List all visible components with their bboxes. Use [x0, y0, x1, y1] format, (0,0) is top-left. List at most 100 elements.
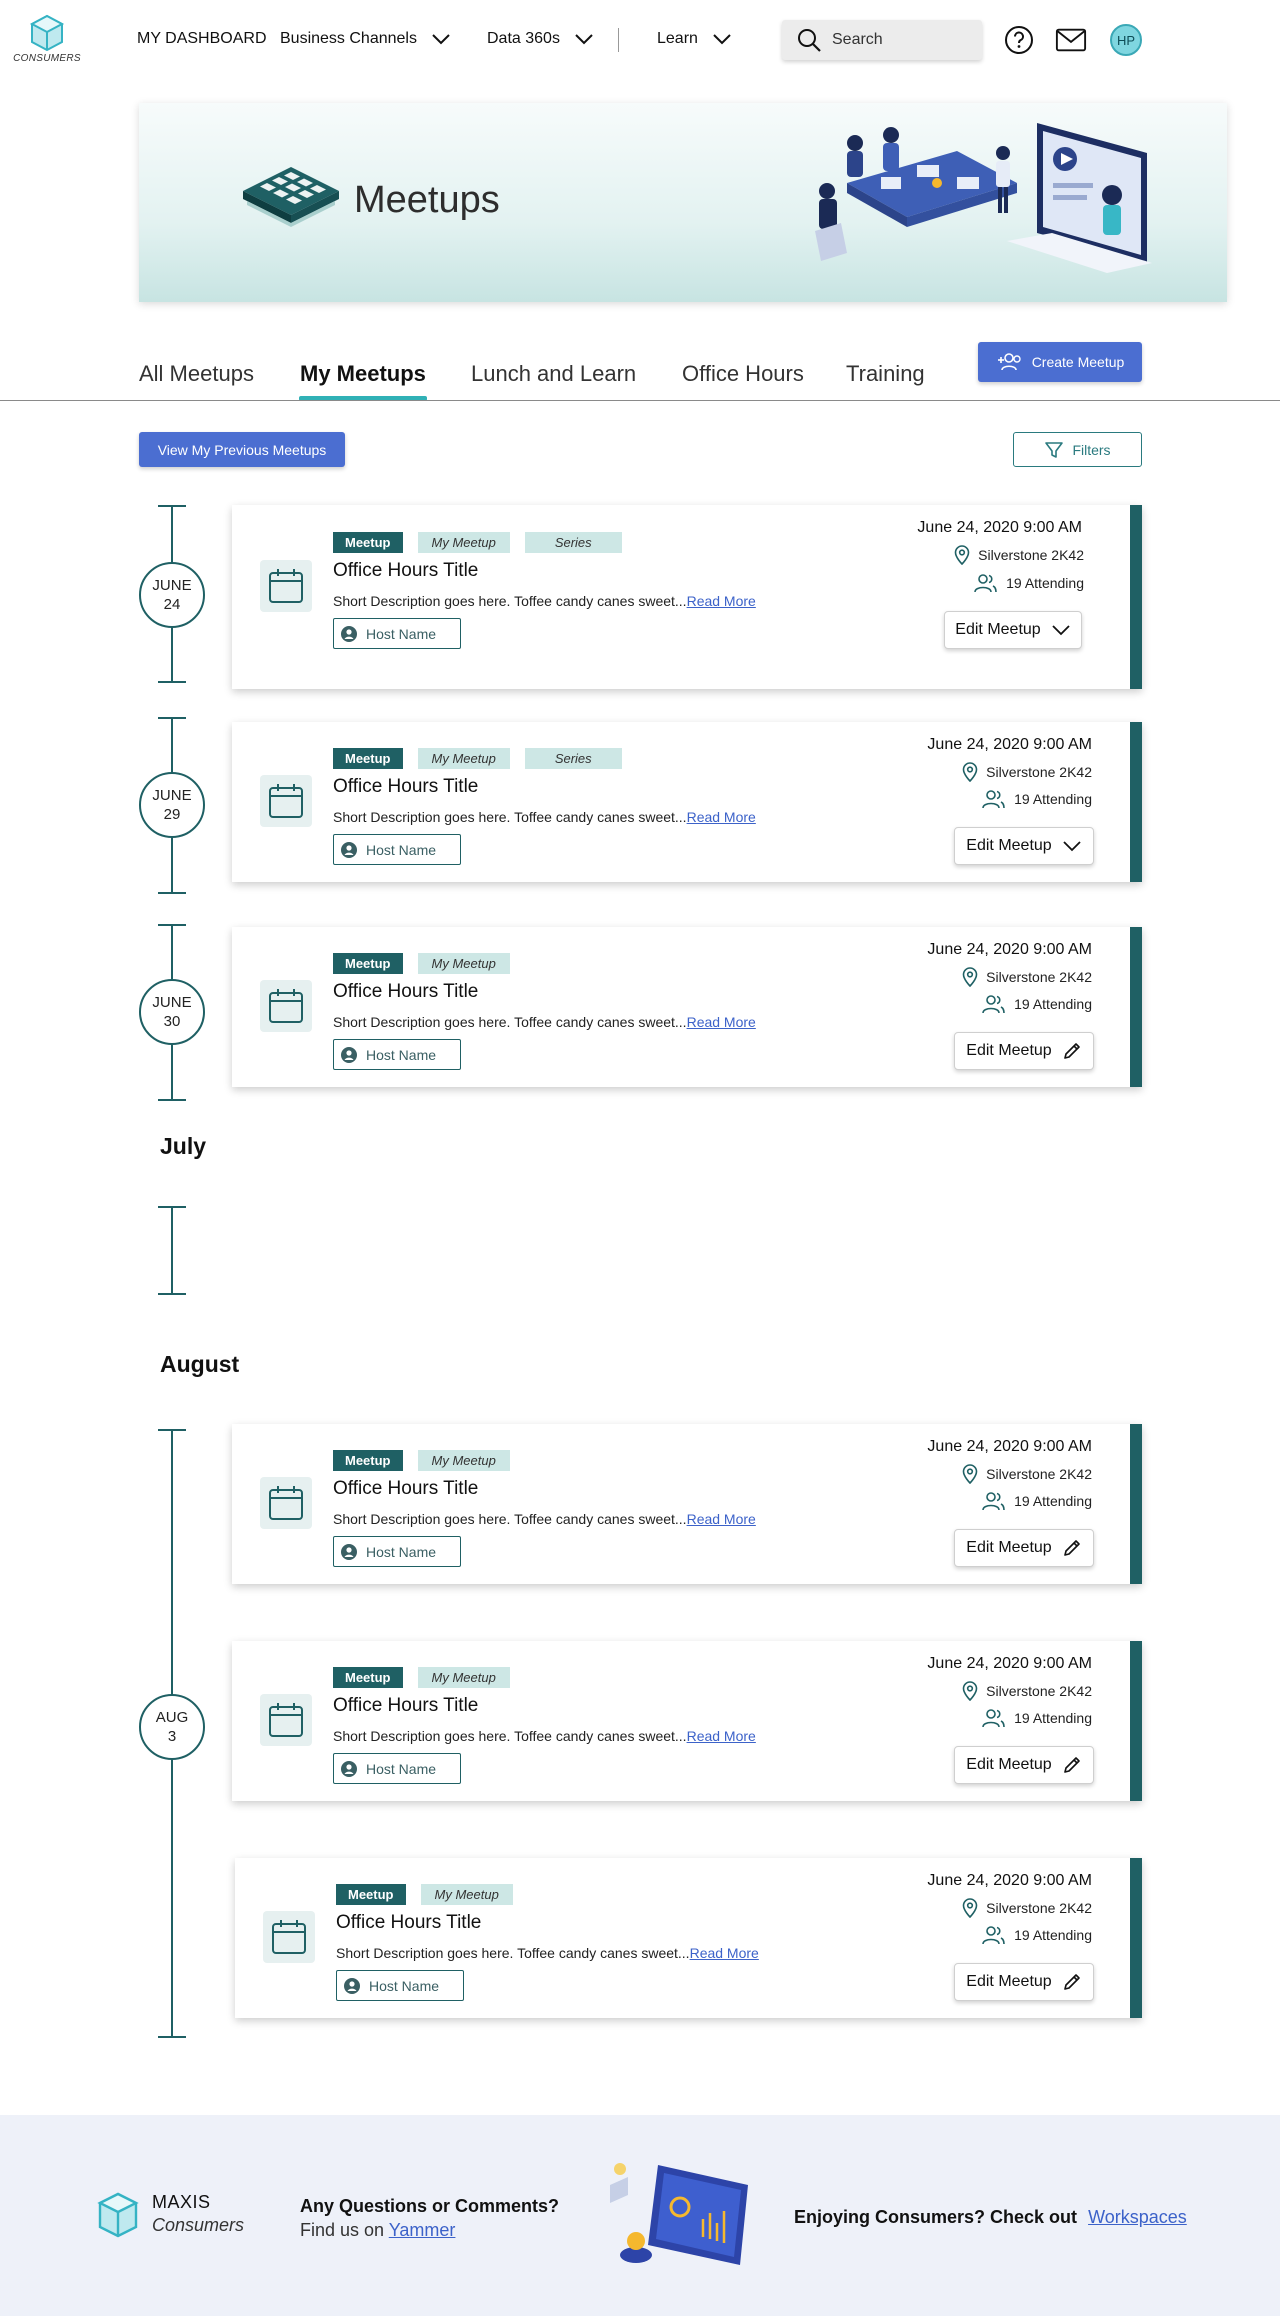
card-datetime: June 24, 2020 9:00 AM	[927, 1438, 1092, 1455]
meetup-badge: Meetup	[333, 532, 403, 553]
read-more-link[interactable]: Read More	[687, 1511, 756, 1527]
meetup-card[interactable]: Meetup My Meetup Series Office Hours Tit…	[232, 505, 1142, 689]
pencil-icon	[1063, 1974, 1080, 1990]
card-badges: Meetup My Meetup	[333, 1450, 510, 1471]
meetup-card[interactable]: Meetup My Meetup Office Hours Title Shor…	[235, 1858, 1142, 2018]
location-text: Silverstone 2K42	[986, 1900, 1092, 1916]
host-chip[interactable]: Host Name	[336, 1970, 464, 2001]
location-pin-icon	[962, 967, 978, 987]
edit-meetup-dropdown[interactable]: Edit Meetup	[954, 827, 1094, 865]
host-name: Host Name	[369, 1977, 440, 1994]
meetup-card[interactable]: Meetup My Meetup Office Hours Title Shor…	[232, 927, 1142, 1087]
nav-learn[interactable]: Learn	[657, 30, 732, 48]
meetup-badge: Meetup	[333, 953, 403, 974]
filters-button[interactable]: Filters	[1013, 432, 1142, 467]
card-title: Office Hours Title	[333, 1695, 479, 1716]
chevron-down-icon	[1052, 625, 1070, 636]
host-name: Host Name	[366, 625, 437, 642]
tab-training[interactable]: Training	[846, 361, 925, 387]
edit-meetup-button[interactable]: Edit Meetup	[954, 1746, 1094, 1784]
read-more-link[interactable]: Read More	[690, 1945, 759, 1961]
nav-label: Data 360s	[487, 30, 560, 47]
card-attendance: 19 Attending	[982, 789, 1092, 809]
create-meetup-button[interactable]: Create Meetup	[978, 342, 1142, 382]
read-more-link[interactable]: Read More	[687, 1014, 756, 1030]
location-text: Silverstone 2K42	[986, 1466, 1092, 1482]
host-chip[interactable]: Host Name	[333, 1039, 461, 1070]
host-chip[interactable]: Host Name	[333, 618, 461, 649]
people-icon	[982, 995, 1005, 1014]
card-accent	[1130, 1858, 1142, 2018]
nav-data-360s[interactable]: Data 360s	[487, 30, 594, 48]
user-avatar[interactable]: HP	[1110, 24, 1142, 56]
description-text: Short Description goes here. Toffee cand…	[333, 593, 687, 609]
calendar-icon	[260, 775, 312, 827]
edit-meetup-button[interactable]: Edit Meetup	[954, 1529, 1094, 1567]
edit-meetup-button[interactable]: Edit Meetup	[954, 1032, 1094, 1070]
edit-meetup-label: Edit Meetup	[955, 621, 1041, 638]
card-location: Silverstone 2K42	[962, 1898, 1092, 1918]
edit-meetup-dropdown[interactable]: Edit Meetup	[944, 611, 1082, 649]
help-button[interactable]	[1003, 24, 1035, 56]
host-chip[interactable]: Host Name	[333, 1753, 461, 1784]
card-description: Short Description goes here. Toffee cand…	[336, 1945, 759, 1961]
attending-text: 19 Attending	[1014, 1710, 1092, 1726]
date-day: 3	[167, 1728, 177, 1745]
card-description: Short Description goes here. Toffee cand…	[333, 1014, 756, 1030]
tab-all-meetups[interactable]: All Meetups	[139, 361, 254, 387]
read-more-link[interactable]: Read More	[687, 1728, 756, 1744]
description-text: Short Description goes here. Toffee cand…	[336, 1945, 690, 1961]
meetup-card[interactable]: Meetup My Meetup Office Hours Title Shor…	[232, 1424, 1142, 1584]
timeline-cap	[158, 681, 186, 683]
calendar-icon	[260, 1694, 312, 1746]
host-chip[interactable]: Host Name	[333, 834, 461, 865]
page-title: Meetups	[354, 179, 500, 221]
card-accent	[1130, 1641, 1142, 1801]
date-month: JUNE	[152, 577, 192, 594]
tab-lunch-and-learn[interactable]: Lunch and Learn	[471, 361, 636, 387]
pencil-icon	[1063, 1757, 1080, 1773]
meetups-banner: Meetups	[139, 103, 1227, 302]
read-more-link[interactable]: Read More	[687, 593, 756, 609]
workspaces-link[interactable]: Workspaces	[1088, 2207, 1187, 2227]
my-meetup-badge: My Meetup	[417, 1667, 510, 1688]
card-badges: Meetup My Meetup Series	[333, 532, 622, 553]
location-pin-icon	[954, 545, 970, 565]
calendar-icon	[260, 1477, 312, 1529]
read-more-link[interactable]: Read More	[687, 809, 756, 825]
consumers-logo[interactable]: CONSUMERS	[12, 14, 82, 64]
pencil-icon	[1063, 1540, 1080, 1556]
nav-business-channels[interactable]: Business Channels	[280, 30, 451, 48]
attending-text: 19 Attending	[1014, 1927, 1092, 1943]
timeline-date-aug-3: AUG 3	[139, 1694, 205, 1760]
chevron-down-icon	[713, 34, 731, 45]
host-chip[interactable]: Host Name	[333, 1536, 461, 1567]
user-icon	[341, 1543, 357, 1560]
card-title: Office Hours Title	[333, 560, 479, 581]
tab-office-hours[interactable]: Office Hours	[682, 361, 804, 387]
date-month: JUNE	[152, 994, 192, 1011]
calendar-icon	[260, 980, 312, 1032]
card-badges: Meetup My Meetup Series	[333, 748, 622, 769]
host-name: Host Name	[366, 1046, 437, 1063]
meetup-card[interactable]: Meetup My Meetup Series Office Hours Tit…	[232, 722, 1142, 882]
messages-button[interactable]	[1055, 24, 1087, 56]
search-input[interactable]: Search	[782, 20, 982, 60]
card-accent	[1130, 505, 1142, 689]
card-description: Short Description goes here. Toffee cand…	[333, 1728, 756, 1744]
host-name: Host Name	[366, 1543, 437, 1560]
yammer-link[interactable]: Yammer	[389, 2220, 456, 2240]
meetup-card[interactable]: Meetup My Meetup Office Hours Title Shor…	[232, 1641, 1142, 1801]
page-footer: MAXIS Consumers Any Questions or Comment…	[0, 2115, 1280, 2316]
attending-text: 19 Attending	[1014, 791, 1092, 807]
tab-my-meetups[interactable]: My Meetups	[300, 361, 426, 387]
card-badges: Meetup My Meetup	[333, 953, 510, 974]
footer-contact: Any Questions or Comments? Find us on Ya…	[300, 2194, 559, 2242]
edit-meetup-label: Edit Meetup	[966, 1756, 1052, 1773]
edit-meetup-button[interactable]: Edit Meetup	[954, 1963, 1094, 2001]
series-badge: Series	[524, 748, 622, 769]
nav-my-dashboard[interactable]: MY DASHBOARD	[137, 30, 267, 48]
view-previous-meetups-button[interactable]: View My Previous Meetups	[139, 432, 345, 467]
footer-question: Any Questions or Comments?	[300, 2196, 560, 2216]
card-datetime: June 24, 2020 9:00 AM	[927, 736, 1092, 753]
